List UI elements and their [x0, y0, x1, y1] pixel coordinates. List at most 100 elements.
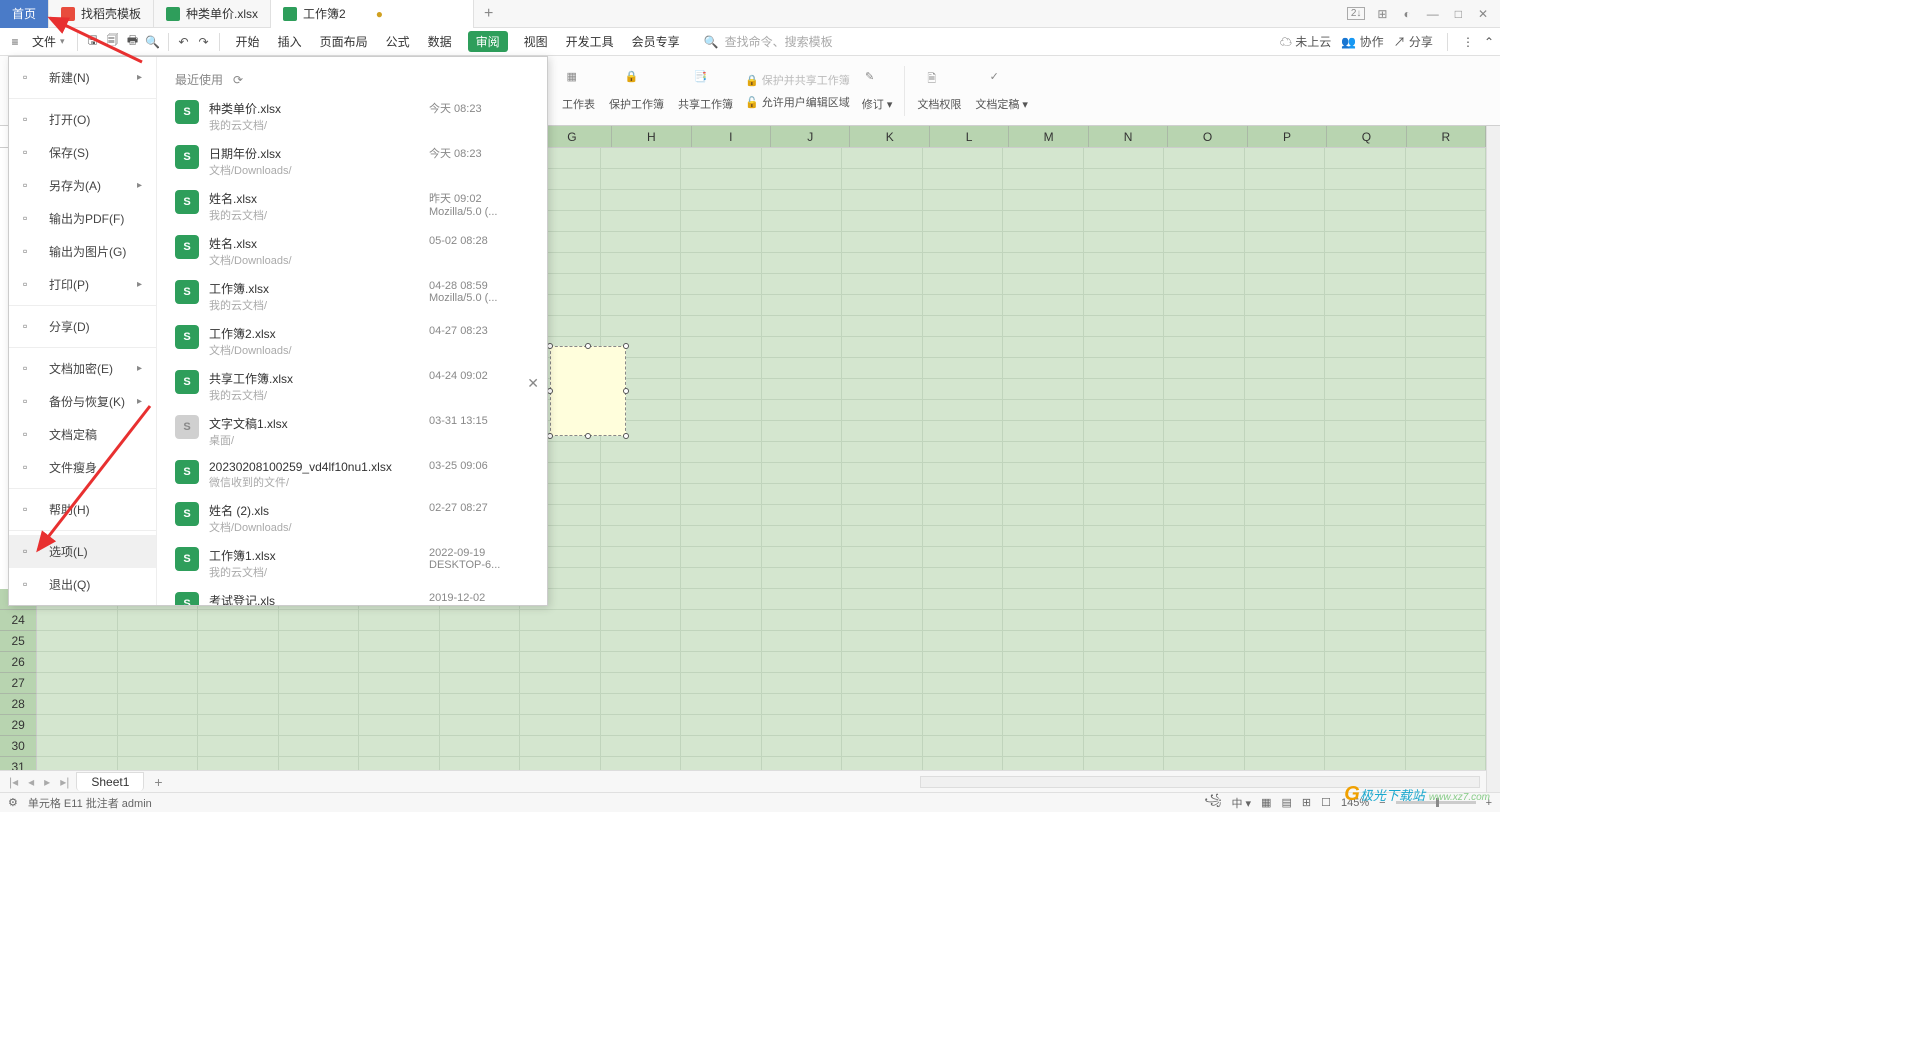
- cell[interactable]: [1164, 568, 1244, 589]
- cell[interactable]: [1325, 232, 1405, 253]
- cell[interactable]: [923, 442, 1003, 463]
- menu-data[interactable]: 数据: [426, 31, 454, 52]
- cell[interactable]: [1325, 379, 1405, 400]
- cell[interactable]: [681, 547, 761, 568]
- cell[interactable]: [1003, 736, 1083, 757]
- view-reader-icon[interactable]: ☐: [1321, 796, 1331, 809]
- cell[interactable]: [681, 526, 761, 547]
- cell[interactable]: [681, 589, 761, 610]
- cell[interactable]: [923, 673, 1003, 694]
- cell[interactable]: [601, 694, 681, 715]
- cell[interactable]: [601, 715, 681, 736]
- cell[interactable]: [601, 316, 681, 337]
- col-header[interactable]: M: [1009, 126, 1088, 147]
- cell[interactable]: [1325, 652, 1405, 673]
- cell[interactable]: [601, 757, 681, 770]
- cell[interactable]: [118, 736, 198, 757]
- close-icon[interactable]: ✕: [1474, 5, 1492, 23]
- cell[interactable]: [118, 715, 198, 736]
- cell[interactable]: [1406, 337, 1486, 358]
- refresh-icon[interactable]: ⟳: [233, 73, 243, 87]
- file-menu-saveas[interactable]: ▫另存为(A)▸: [9, 169, 156, 202]
- file-menu-share[interactable]: ▫分享(D): [9, 310, 156, 343]
- cell[interactable]: [1084, 736, 1164, 757]
- cell[interactable]: [1245, 631, 1325, 652]
- view-normal-icon[interactable]: ▦: [1261, 796, 1271, 809]
- cell[interactable]: [762, 757, 842, 770]
- file-menu-button[interactable]: 文件▾: [26, 31, 71, 52]
- cell[interactable]: [1084, 253, 1164, 274]
- cell[interactable]: [1406, 568, 1486, 589]
- cell[interactable]: [762, 148, 842, 169]
- cell[interactable]: [842, 379, 922, 400]
- cell[interactable]: [681, 463, 761, 484]
- cell[interactable]: [681, 295, 761, 316]
- cell[interactable]: [842, 337, 922, 358]
- cell[interactable]: [1325, 547, 1405, 568]
- cell[interactable]: [520, 694, 600, 715]
- cell[interactable]: [1164, 505, 1244, 526]
- view-break-icon[interactable]: ⊞: [1302, 796, 1311, 809]
- cell[interactable]: [601, 211, 681, 232]
- recent-file-item[interactable]: S 工作簿1.xlsx我的云文档/ 2022-09-19DESKTOP-6...: [157, 541, 547, 586]
- cell[interactable]: [842, 694, 922, 715]
- cell[interactable]: [923, 526, 1003, 547]
- cell[interactable]: [1406, 463, 1486, 484]
- cell[interactable]: [923, 190, 1003, 211]
- cell[interactable]: [1084, 169, 1164, 190]
- cell[interactable]: [37, 757, 117, 770]
- cell-comment[interactable]: [550, 346, 626, 436]
- cell[interactable]: [923, 400, 1003, 421]
- cell[interactable]: [37, 715, 117, 736]
- cell[interactable]: [1084, 484, 1164, 505]
- cell[interactable]: [842, 610, 922, 631]
- cell[interactable]: [842, 148, 922, 169]
- cell[interactable]: [1003, 568, 1083, 589]
- cell[interactable]: [1406, 295, 1486, 316]
- cell[interactable]: [842, 211, 922, 232]
- cell[interactable]: [359, 631, 439, 652]
- cell[interactable]: [1406, 358, 1486, 379]
- cell[interactable]: [1084, 610, 1164, 631]
- cell[interactable]: [1245, 421, 1325, 442]
- cell[interactable]: [1003, 253, 1083, 274]
- cell[interactable]: [1325, 589, 1405, 610]
- cell[interactable]: [1164, 253, 1244, 274]
- col-header[interactable]: I: [692, 126, 771, 147]
- cell[interactable]: [681, 169, 761, 190]
- minimize-icon[interactable]: —: [1423, 5, 1443, 23]
- cell[interactable]: [923, 274, 1003, 295]
- cell[interactable]: [842, 190, 922, 211]
- cell[interactable]: [842, 505, 922, 526]
- cell[interactable]: [1406, 652, 1486, 673]
- cell[interactable]: [1084, 505, 1164, 526]
- cell[interactable]: [1245, 295, 1325, 316]
- cell[interactable]: [762, 610, 842, 631]
- cell[interactable]: [1406, 715, 1486, 736]
- cell[interactable]: [842, 484, 922, 505]
- sheet-tab[interactable]: Sheet1: [76, 772, 144, 791]
- cell[interactable]: [601, 652, 681, 673]
- sheet-next-icon[interactable]: ▸: [41, 775, 53, 789]
- cell[interactable]: [923, 358, 1003, 379]
- cell[interactable]: [1003, 610, 1083, 631]
- ribbon-allow-edit[interactable]: 🔓 允许用户编辑区域: [745, 94, 850, 110]
- cell[interactable]: [1245, 652, 1325, 673]
- cell[interactable]: [118, 757, 198, 770]
- cell[interactable]: [762, 295, 842, 316]
- menu-vip[interactable]: 会员专享: [630, 31, 682, 52]
- cell[interactable]: [1245, 673, 1325, 694]
- cell[interactable]: [681, 673, 761, 694]
- cell[interactable]: [198, 631, 278, 652]
- menu-start[interactable]: 开始: [234, 31, 262, 52]
- cell[interactable]: [1406, 526, 1486, 547]
- cell[interactable]: [1003, 505, 1083, 526]
- cell[interactable]: [762, 253, 842, 274]
- tab-file-1[interactable]: 种类单价.xlsx: [154, 0, 271, 28]
- cell[interactable]: [1164, 274, 1244, 295]
- sheet-first-icon[interactable]: |◂: [6, 775, 21, 789]
- file-menu-options[interactable]: ▫选项(L): [9, 535, 156, 568]
- cell[interactable]: [1406, 757, 1486, 770]
- menu-layout[interactable]: 页面布局: [318, 31, 370, 52]
- cell[interactable]: [1164, 400, 1244, 421]
